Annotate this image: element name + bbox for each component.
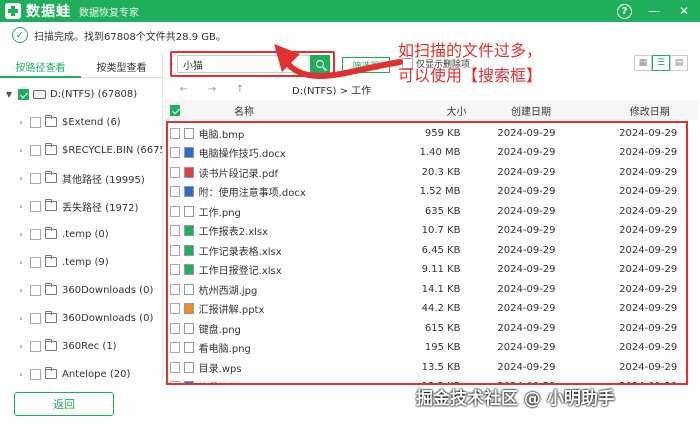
tree-item-label: $RECYCLE.BIN (6675): [62, 144, 162, 156]
tree-checkbox[interactable]: [30, 256, 41, 268]
tree-item-label: D:(NTFS) (67808): [50, 88, 138, 100]
table-header: 名称 大小 创建日期 修改日期: [163, 100, 698, 120]
tree-checkbox[interactable]: [30, 200, 41, 212]
app-subtitle: 数据恢复专家: [79, 7, 139, 19]
check-circle-icon: ✓: [12, 27, 28, 43]
search-value: 小猫: [183, 60, 203, 72]
tree-checkbox[interactable]: [30, 340, 41, 352]
forward-arrow-icon[interactable]: →: [198, 84, 226, 95]
column-created[interactable]: 创建日期: [484, 103, 577, 118]
back-button[interactable]: 返回: [14, 392, 114, 416]
tree-item[interactable]: › 360Downloads (0): [16, 280, 153, 300]
chevron-right-icon[interactable]: ›: [16, 174, 26, 183]
folder-icon: [45, 255, 57, 267]
tree-checkbox[interactable]: [30, 144, 41, 156]
tree-item-label: $Extend (6): [62, 116, 121, 128]
chevron-right-icon[interactable]: ›: [16, 286, 26, 295]
minimize-icon[interactable]: —: [646, 3, 662, 19]
tree-checkbox[interactable]: [30, 368, 41, 380]
tree-item-label: 其他路径 (19995): [62, 174, 145, 186]
app-logo: 数据蛙 数据恢复专家: [5, 1, 139, 21]
tree-item-label: 360Rec (1): [62, 340, 117, 352]
folder-icon: [45, 115, 57, 127]
folder-tree: ▼ D:(NTFS) (67808) › $Extend (6) › $RECYCLE.B…: [0, 80, 162, 380]
view-tabs: 按路径查看 按类型查看: [0, 56, 162, 78]
close-icon[interactable]: ✕: [676, 3, 692, 19]
chevron-down-icon[interactable]: ▼: [4, 90, 14, 99]
tree-item[interactable]: › 360Rec (1): [16, 336, 117, 356]
folder-icon: [45, 199, 57, 211]
list-view-icon[interactable]: ☰: [652, 55, 670, 71]
tree-item[interactable]: › .temp (9): [16, 252, 109, 272]
select-all-checkbox[interactable]: [170, 104, 181, 116]
drive-icon: [33, 89, 46, 99]
folder-icon: [45, 171, 57, 183]
tree-item[interactable]: ▼ D:(NTFS) (67808): [4, 84, 137, 104]
folder-icon: [45, 367, 57, 379]
tree-item[interactable]: › 360Downloads (0): [16, 308, 153, 328]
annotation-line-1: 如扫描的文件过多，: [398, 41, 543, 60]
folder-icon: [45, 143, 57, 155]
chevron-right-icon[interactable]: ›: [16, 314, 26, 323]
folder-icon: [45, 227, 57, 239]
breadcrumb: D:(NTFS) > 工作: [292, 85, 372, 97]
tab-by-path[interactable]: 按路径查看: [0, 56, 81, 78]
tree-checkbox[interactable]: [30, 228, 41, 240]
chevron-right-icon[interactable]: ›: [16, 258, 26, 267]
tree-item-label: Antelope (20): [62, 368, 131, 380]
tree-item[interactable]: › Antelope (20): [16, 364, 130, 380]
up-arrow-icon[interactable]: ↑: [226, 84, 254, 95]
chevron-right-icon[interactable]: ›: [16, 202, 26, 211]
folder-icon: [45, 339, 57, 351]
tree-item[interactable]: › 其他路径 (19995): [16, 168, 145, 188]
tree-checkbox[interactable]: [18, 88, 29, 100]
detail-view-icon[interactable]: ▤: [670, 55, 688, 71]
tree-item-label: 360Downloads (0): [62, 284, 154, 296]
tree-item[interactable]: › .temp (0): [16, 224, 109, 244]
tree-item-label: .temp (9): [62, 256, 109, 268]
tree-item-label: 丢失路径 (1972): [62, 202, 139, 214]
tree-checkbox[interactable]: [30, 312, 41, 324]
tree-checkbox[interactable]: [30, 284, 41, 296]
column-size[interactable]: 大小: [368, 103, 466, 118]
tree-item[interactable]: › 丢失路径 (1972): [16, 196, 138, 216]
grid-view-icon[interactable]: ▦: [634, 55, 652, 71]
tree-item-label: 360Downloads (0): [62, 312, 154, 324]
tree-item[interactable]: › $RECYCLE.BIN (6675): [16, 140, 162, 160]
column-name[interactable]: 名称: [184, 103, 368, 118]
chevron-right-icon[interactable]: ›: [16, 118, 26, 127]
title-bar: 数据蛙 数据恢复专家 ? — ✕: [0, 0, 700, 22]
logo-cross-icon: [5, 3, 21, 19]
results-highlight-box: [166, 121, 688, 385]
tree-item[interactable]: › $Extend (6): [16, 112, 121, 132]
chevron-right-icon[interactable]: ›: [16, 370, 26, 379]
tab-by-type[interactable]: 按类型查看: [81, 56, 162, 78]
watermark: 掘金技术社区 @ 小明助手: [416, 389, 615, 409]
folder-icon: [45, 311, 57, 323]
chevron-right-icon[interactable]: ›: [16, 342, 26, 351]
help-icon[interactable]: ?: [617, 3, 632, 19]
chevron-right-icon[interactable]: ›: [16, 146, 26, 155]
app-name: 数据蛙: [26, 4, 71, 20]
folder-icon: [45, 283, 57, 295]
tree-item-label: .temp (0): [62, 228, 109, 240]
tree-checkbox[interactable]: [30, 172, 41, 184]
tree-checkbox[interactable]: [30, 116, 41, 128]
back-arrow-icon[interactable]: ←: [170, 84, 198, 95]
status-text: 扫描完成。找到67808个文件共28.9 GB。: [34, 31, 226, 43]
column-modified[interactable]: 修改日期: [601, 103, 698, 118]
view-mode-switch: ▦ ☰ ▤: [634, 55, 688, 71]
path-navigation: ← → ↑ D:(NTFS) > 工作: [170, 80, 695, 98]
chevron-right-icon[interactable]: ›: [16, 230, 26, 239]
